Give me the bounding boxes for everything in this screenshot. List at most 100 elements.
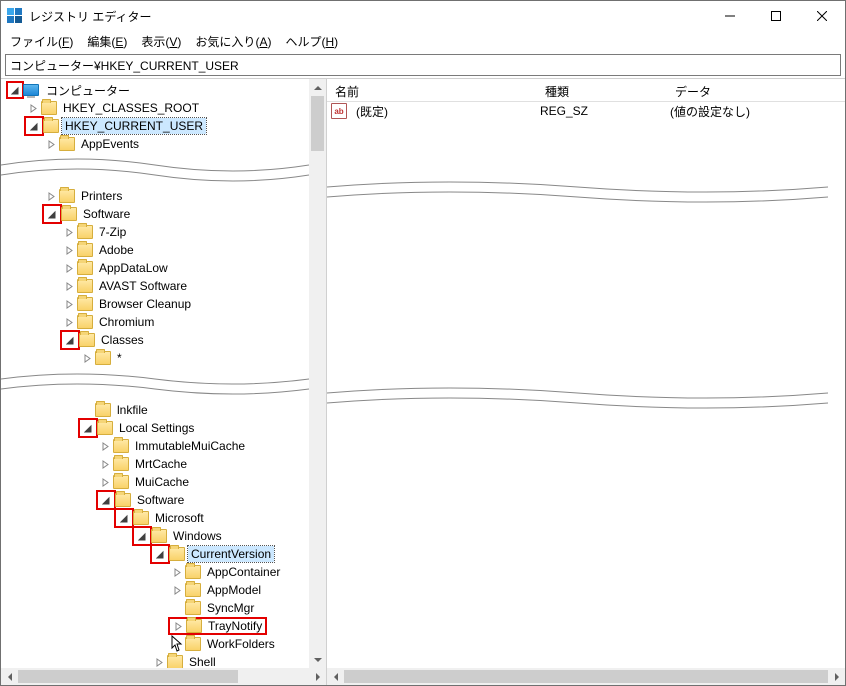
tree-item-hkcu[interactable]: HKEY_CURRENT_USER [1, 117, 309, 135]
expander-icon[interactable] [61, 242, 77, 258]
column-data[interactable]: データ [667, 79, 845, 101]
tree-item-appevents[interactable]: AppEvents [1, 135, 309, 153]
menu-edit[interactable]: 編集(E) [80, 31, 134, 52]
tree-label: CurrentVersion [188, 546, 274, 562]
tree-item-lnkfile[interactable]: lnkfile [1, 401, 309, 419]
tree-item-browsercleanup[interactable]: Browser Cleanup [1, 295, 309, 313]
value-row[interactable]: ab (既定) REG_SZ (値の設定なし) [327, 102, 828, 120]
tree-item-workfolders[interactable]: WorkFolders [1, 635, 309, 653]
tree-item-printers[interactable]: Printers [1, 187, 309, 205]
expander-icon[interactable] [61, 278, 77, 294]
tree-item-software[interactable]: Software [1, 205, 309, 223]
expander-icon[interactable] [43, 136, 59, 152]
tree-item-classes[interactable]: Classes [1, 331, 309, 349]
expander-icon[interactable] [79, 350, 95, 366]
close-button[interactable] [799, 1, 845, 31]
folder-icon [97, 421, 113, 435]
expander-icon[interactable] [44, 206, 60, 222]
tree-item-star[interactable]: * [1, 349, 309, 367]
scroll-thumb[interactable] [18, 670, 238, 683]
expander-icon[interactable] [80, 420, 96, 436]
titlebar[interactable]: レジストリ エディター [1, 1, 845, 31]
computer-icon [23, 84, 39, 96]
tree-item-chromium[interactable]: Chromium [1, 313, 309, 331]
folder-icon [95, 403, 111, 417]
tree-item-localsettings[interactable]: Local Settings [1, 419, 309, 437]
tree-item-shell[interactable]: Shell [1, 653, 309, 668]
expander-icon[interactable] [170, 618, 186, 634]
expander-icon[interactable] [97, 438, 113, 454]
scroll-thumb[interactable] [344, 670, 828, 683]
expander-icon[interactable] [61, 296, 77, 312]
tree-item-currentversion[interactable]: CurrentVersion [1, 545, 309, 563]
expander-icon[interactable] [152, 546, 168, 562]
scroll-left-icon[interactable] [327, 668, 344, 685]
expander-icon[interactable] [62, 332, 78, 348]
expander-icon[interactable] [25, 100, 41, 116]
tree-item-7zip[interactable]: 7-Zip [1, 223, 309, 241]
value-data: (値の設定なし) [666, 103, 754, 120]
tree-item-syncmgr[interactable]: SyncMgr [1, 599, 309, 617]
tree-item-traynotify[interactable]: TrayNotify [1, 617, 309, 635]
string-value-icon: ab [331, 103, 347, 119]
expander-icon[interactable] [43, 188, 59, 204]
menu-favorites[interactable]: お気に入り(A) [188, 31, 278, 52]
expander-icon[interactable] [61, 224, 77, 240]
tree-item-appmodel[interactable]: AppModel [1, 581, 309, 599]
tree-item-windows[interactable]: Windows [1, 527, 309, 545]
expander-icon[interactable] [97, 474, 113, 490]
tree-item-hkcr[interactable]: HKEY_CLASSES_ROOT [1, 99, 309, 117]
tree-item-computer[interactable]: コンピューター [1, 81, 309, 99]
scroll-thumb[interactable] [311, 96, 324, 151]
list-body[interactable]: ab (既定) REG_SZ (値の設定なし) [327, 102, 828, 668]
menu-view[interactable]: 表示(V) [134, 31, 188, 52]
expander-icon[interactable] [7, 82, 23, 98]
folder-icon [185, 637, 201, 651]
tree-label: Browser Cleanup [96, 296, 194, 312]
scroll-right-icon[interactable] [828, 668, 845, 685]
expander-icon[interactable] [169, 564, 185, 580]
tree-label: Chromium [96, 314, 157, 330]
menu-file[interactable]: ファイル(F) [3, 31, 80, 52]
tree-item-adobe[interactable]: Adobe [1, 241, 309, 259]
scroll-down-icon[interactable] [309, 651, 326, 668]
scroll-right-icon[interactable] [309, 668, 326, 685]
minimize-button[interactable] [707, 1, 753, 31]
tree-item-immutable[interactable]: ImmutableMuiCache [1, 437, 309, 455]
expander-icon[interactable] [134, 528, 150, 544]
column-type[interactable]: 種類 [537, 79, 667, 101]
tree-item-microsoft[interactable]: Microsoft [1, 509, 309, 527]
tree-item-avast[interactable]: AVAST Software [1, 277, 309, 295]
elision-wave [1, 369, 309, 399]
tree-item-mrtcache[interactable]: MrtCache [1, 455, 309, 473]
tree-label: AppEvents [78, 136, 142, 152]
menu-help[interactable]: ヘルプ(H) [278, 31, 345, 52]
expander-icon[interactable] [116, 510, 132, 526]
expander-icon[interactable] [97, 456, 113, 472]
tree-label: MuiCache [132, 474, 192, 490]
folder-icon [185, 601, 201, 615]
tree-label: Software [80, 206, 133, 222]
registry-tree[interactable]: コンピューター HKEY_CLASSES_ROOT HKEY_CURRENT_U… [1, 79, 309, 668]
tree-item-appdatalow[interactable]: AppDataLow [1, 259, 309, 277]
expander-icon[interactable] [61, 314, 77, 330]
maximize-button[interactable] [753, 1, 799, 31]
tree-item-muicache[interactable]: MuiCache [1, 473, 309, 491]
tree-label: Software [134, 492, 187, 508]
expander-icon[interactable] [169, 582, 185, 598]
address-bar[interactable]: コンピューター¥HKEY_CURRENT_USER [5, 54, 841, 76]
value-type: REG_SZ [536, 104, 666, 118]
expander-icon[interactable] [151, 654, 167, 668]
scroll-up-icon[interactable] [309, 79, 326, 96]
tree-horizontal-scrollbar[interactable] [1, 668, 326, 685]
tree-label: Classes [98, 332, 147, 348]
expander-icon[interactable] [98, 492, 114, 508]
expander-icon[interactable] [26, 118, 42, 134]
scroll-left-icon[interactable] [1, 668, 18, 685]
column-name[interactable]: 名前 [327, 79, 537, 101]
tree-item-appcontainer[interactable]: AppContainer [1, 563, 309, 581]
tree-item-software2[interactable]: Software [1, 491, 309, 509]
expander-icon[interactable] [61, 260, 77, 276]
list-horizontal-scrollbar[interactable] [327, 668, 845, 685]
tree-vertical-scrollbar[interactable] [309, 79, 326, 668]
